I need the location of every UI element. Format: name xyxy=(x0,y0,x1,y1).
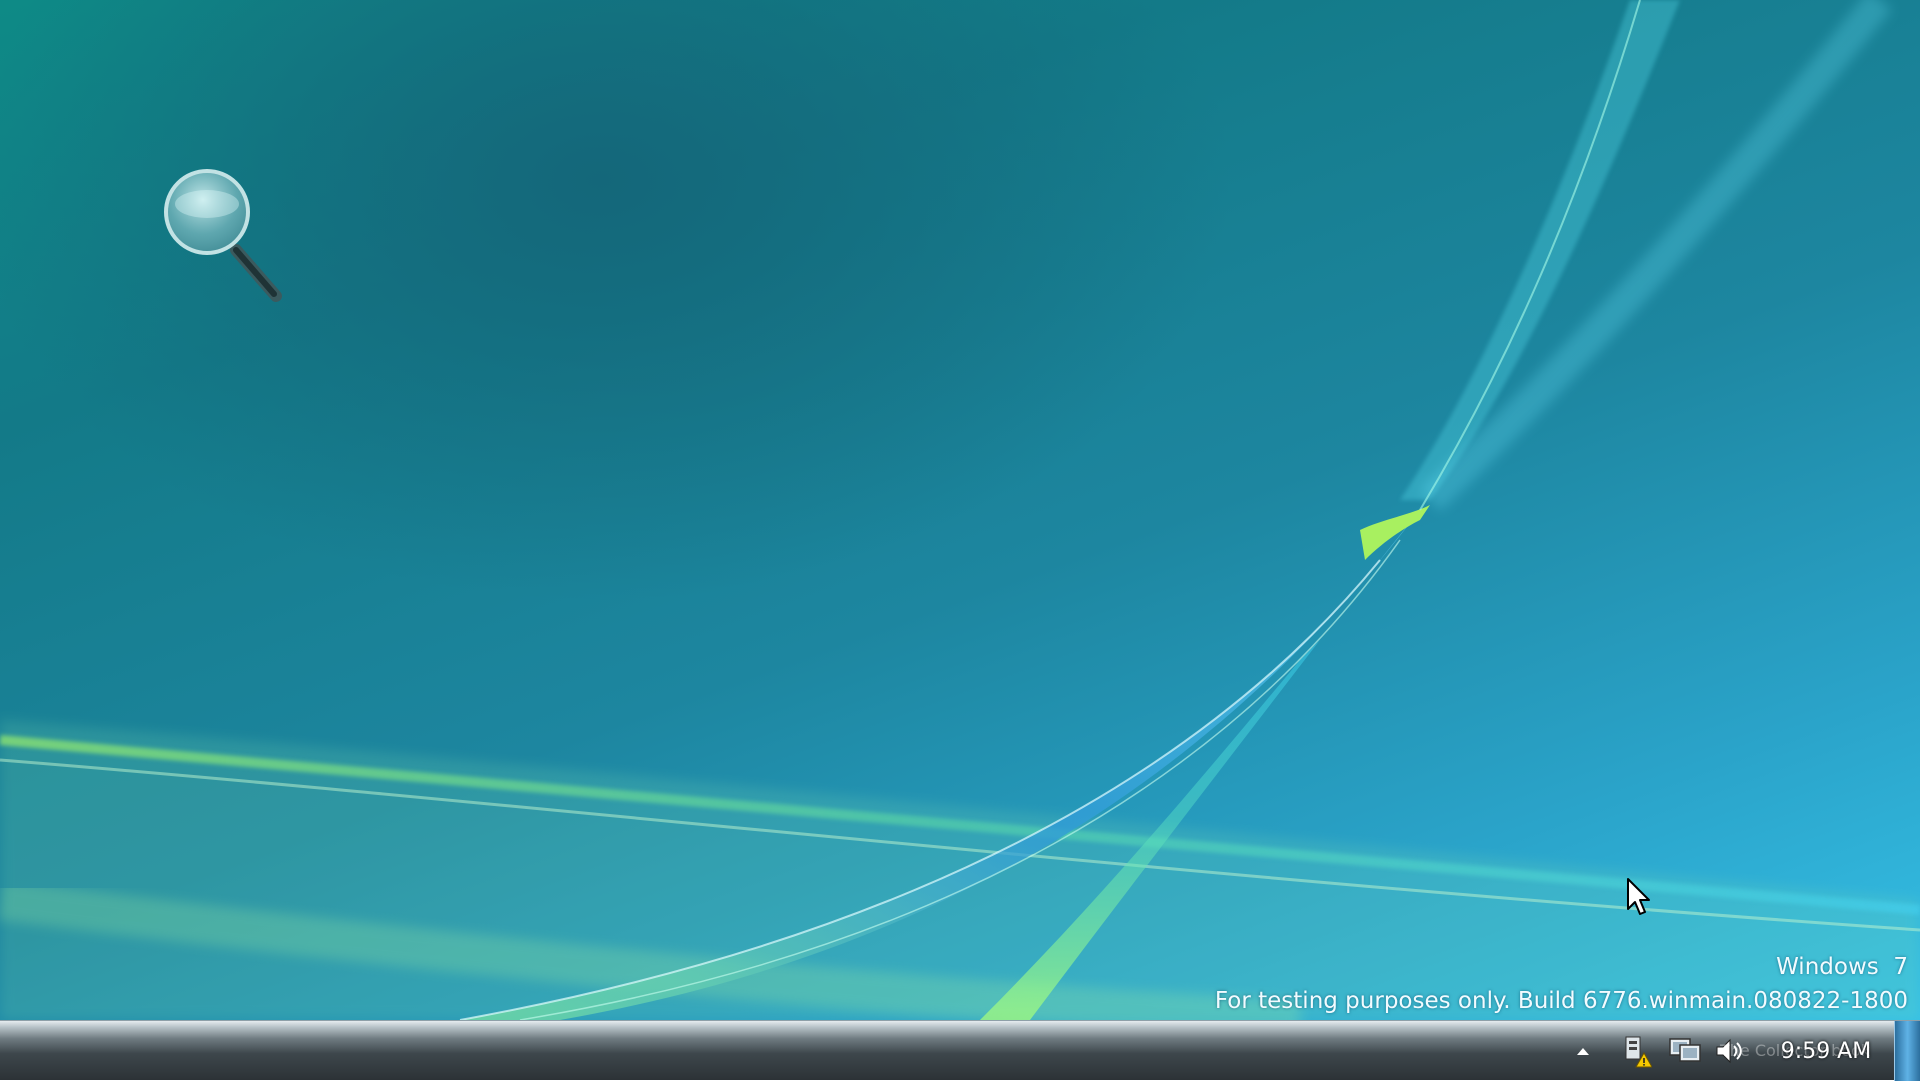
flag-warning-icon xyxy=(1625,1036,1652,1068)
windows-build-watermark: Windows 7 For testing purposes only. Bui… xyxy=(1215,950,1908,1018)
watermark-build-info: For testing purposes only. Build 6776.wi… xyxy=(1214,988,1908,1014)
show-hidden-icons-button[interactable] xyxy=(1570,1033,1596,1069)
magnifier-icon[interactable] xyxy=(162,166,286,306)
action-center-icon[interactable] xyxy=(1618,1033,1652,1069)
taskbar[interactable]: The Collector book 9:59 AM xyxy=(0,1020,1920,1081)
mouse-pointer-icon xyxy=(1627,878,1650,915)
network-icon-glyph xyxy=(1669,1038,1701,1062)
desktop[interactable]: Windows 7 For testing purposes only. Bui… xyxy=(0,0,1920,1020)
wallpaper xyxy=(0,0,1920,1020)
triangle-up-icon xyxy=(1577,1048,1589,1055)
show-desktop-button[interactable] xyxy=(1894,1021,1920,1081)
network-icon[interactable] xyxy=(1666,1033,1706,1069)
watermark-product-name: Windows 7 xyxy=(1776,954,1908,980)
system-tray: The Collector book 9:59 AM xyxy=(1570,1021,1920,1081)
taskbar-clock[interactable]: 9:59 AM xyxy=(1766,1021,1886,1081)
